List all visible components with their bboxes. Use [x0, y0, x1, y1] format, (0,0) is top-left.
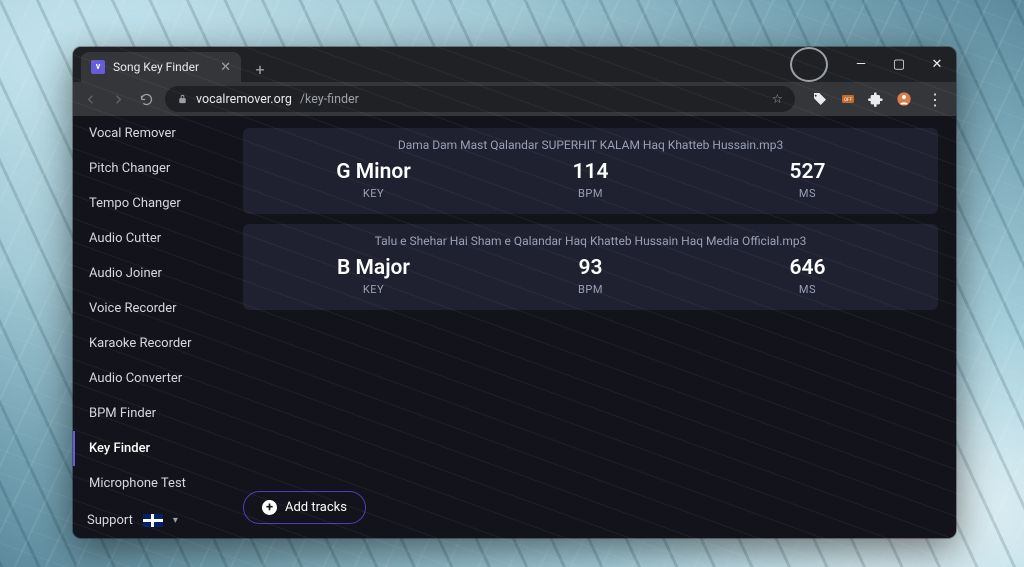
profile-avatar-icon[interactable] — [895, 90, 913, 108]
support-link[interactable]: Support ▾ — [73, 501, 225, 538]
metric-key: B Major KEY — [319, 256, 429, 296]
url-host: vocalremover.org — [196, 92, 292, 107]
sidebar-item-pitch-changer[interactable]: Pitch Changer — [73, 151, 225, 186]
sidebar-item-audio-joiner[interactable]: Audio Joiner — [73, 256, 225, 291]
ms-label: MS — [799, 283, 816, 296]
address-bar[interactable]: vocalremover.org/key-finder ☆ — [165, 86, 795, 112]
extensions-puzzle-icon[interactable] — [867, 90, 885, 108]
key-value: B Major — [337, 256, 410, 280]
bookmark-star-icon[interactable]: ☆ — [772, 91, 783, 107]
bpm-value: 93 — [579, 256, 603, 280]
window-controls: — ▢ ✕ — [790, 47, 956, 82]
sidebar-item-vocal-remover[interactable]: Vocal Remover — [73, 116, 225, 151]
add-tracks-button[interactable]: + Add tracks — [243, 491, 366, 524]
track-filename: Dama Dam Mast Qalandar SUPERHIT KALAM Ha… — [265, 138, 916, 152]
reload-button[interactable] — [137, 90, 155, 108]
add-tracks-label: Add tracks — [285, 500, 347, 515]
chrome-menu-icon[interactable]: ⋮ — [923, 90, 948, 109]
sidebar-item-tempo-changer[interactable]: Tempo Changer — [73, 186, 225, 221]
close-window-button[interactable]: ✕ — [918, 47, 956, 82]
page-content: Vocal RemoverPitch ChangerTempo ChangerA… — [73, 116, 956, 538]
sidebar-item-audio-converter[interactable]: Audio Converter — [73, 361, 225, 396]
toolbar: vocalremover.org/key-finder ☆ OFF ⋮ — [73, 82, 956, 116]
support-label: Support — [87, 513, 133, 528]
chevron-down-icon: ▾ — [173, 515, 178, 526]
browser-window: v Song Key Finder ✕ + — ▢ ✕ vocalremover… — [73, 47, 956, 538]
back-button — [81, 90, 99, 108]
plus-icon: + — [262, 500, 277, 515]
ms-label: MS — [799, 187, 816, 200]
minimize-button[interactable]: — — [842, 47, 880, 82]
sidebar-item-karaoke-recorder[interactable]: Karaoke Recorder — [73, 326, 225, 361]
metric-bpm: 93 BPM — [536, 256, 646, 296]
lock-icon — [177, 94, 188, 105]
ms-value: 646 — [790, 256, 826, 280]
sidebar-item-audio-cutter[interactable]: Audio Cutter — [73, 221, 225, 256]
favicon-icon: v — [91, 60, 105, 74]
maximize-button[interactable]: ▢ — [880, 47, 918, 82]
metric-ms: 527 MS — [753, 160, 863, 200]
sidebar-item-bpm-finder[interactable]: BPM Finder — [73, 396, 225, 431]
svg-text:OFF: OFF — [844, 97, 853, 103]
bpm-label: BPM — [578, 187, 603, 200]
extension-off-icon[interactable]: OFF — [839, 90, 857, 108]
tab-title: Song Key Finder — [113, 60, 199, 74]
account-indicator-icon[interactable] — [790, 47, 828, 82]
track-filename: Talu e Shehar Hai Sham e Qalandar Haq Kh… — [265, 234, 916, 248]
metric-ms: 646 MS — [753, 256, 863, 296]
track-metrics: B Major KEY 93 BPM 646 MS — [265, 256, 916, 296]
sidebar-item-microphone-test[interactable]: Microphone Test — [73, 466, 225, 501]
key-label: KEY — [363, 187, 384, 200]
key-label: KEY — [363, 283, 384, 296]
extension-tag-icon[interactable] — [811, 90, 829, 108]
bpm-value: 114 — [573, 160, 609, 184]
ms-value: 527 — [790, 160, 826, 184]
track-card: Talu e Shehar Hai Sham e Qalandar Haq Kh… — [243, 224, 938, 310]
sidebar: Vocal RemoverPitch ChangerTempo ChangerA… — [73, 116, 225, 538]
titlebar: v Song Key Finder ✕ + — ▢ ✕ — [73, 47, 956, 82]
track-metrics: G Minor KEY 114 BPM 527 MS — [265, 160, 916, 200]
bpm-label: BPM — [578, 283, 603, 296]
browser-tab[interactable]: v Song Key Finder ✕ — [81, 52, 241, 82]
sidebar-item-key-finder[interactable]: Key Finder — [73, 431, 225, 466]
flag-uk-icon — [143, 514, 163, 527]
url-path: /key-finder — [300, 92, 359, 107]
key-value: G Minor — [336, 160, 411, 184]
close-tab-icon[interactable]: ✕ — [220, 60, 231, 75]
forward-button — [109, 90, 127, 108]
track-card: Dama Dam Mast Qalandar SUPERHIT KALAM Ha… — [243, 128, 938, 214]
sidebar-item-voice-recorder[interactable]: Voice Recorder — [73, 291, 225, 326]
main-panel: Dama Dam Mast Qalandar SUPERHIT KALAM Ha… — [225, 116, 956, 538]
metric-key: G Minor KEY — [319, 160, 429, 200]
extension-icons: OFF ⋮ — [805, 90, 948, 109]
metric-bpm: 114 BPM — [536, 160, 646, 200]
new-tab-button[interactable]: + — [247, 56, 273, 82]
